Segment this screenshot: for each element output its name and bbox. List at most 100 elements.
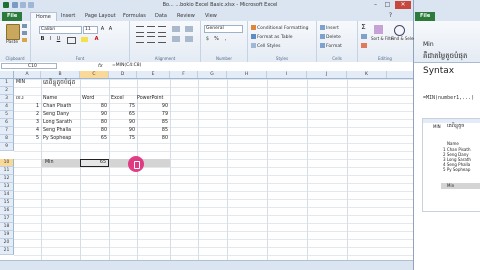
underline-button[interactable]: U bbox=[55, 36, 62, 42]
cell-b1[interactable]: គេពិន្ទុតូចបំផុត bbox=[43, 79, 75, 87]
min-label-cell[interactable]: Min bbox=[45, 159, 54, 167]
help-icon[interactable]: ? bbox=[385, 12, 396, 20]
row-header-12[interactable]: 12 bbox=[0, 175, 14, 183]
copy-icon[interactable] bbox=[22, 31, 27, 35]
row-header-3[interactable]: 3 bbox=[0, 95, 14, 103]
table-cell-ppt[interactable]: 79 bbox=[137, 111, 170, 119]
align-center-icon[interactable] bbox=[147, 36, 155, 43]
font-size-box[interactable]: 11 bbox=[83, 26, 98, 34]
second-tab-file[interactable]: File bbox=[415, 12, 436, 21]
percent-button[interactable]: % bbox=[213, 36, 220, 42]
row-header-2[interactable]: 2 bbox=[0, 87, 14, 95]
row-header-5[interactable]: 5 bbox=[0, 111, 14, 119]
autosum-icon[interactable]: Σ bbox=[360, 24, 367, 31]
table-cell-name[interactable]: Py Sopheap bbox=[43, 135, 71, 143]
number-format-box[interactable]: General bbox=[204, 25, 243, 33]
header-excel[interactable]: Excel bbox=[111, 95, 124, 103]
wrap-text-icon[interactable] bbox=[185, 26, 193, 32]
table-cell-excel[interactable]: 90 bbox=[109, 127, 137, 135]
column-header-j[interactable]: J bbox=[307, 71, 347, 78]
shrink-font-button[interactable]: A bbox=[107, 26, 114, 32]
table-cell-no[interactable]: 2 bbox=[24, 111, 41, 119]
borders-icon[interactable] bbox=[67, 37, 76, 44]
table-cell-word[interactable]: 90 bbox=[80, 111, 109, 119]
bottom-align-icon[interactable] bbox=[158, 26, 166, 33]
table-cell-no[interactable]: 4 bbox=[24, 127, 41, 135]
table-cell-word[interactable]: 65 bbox=[80, 135, 109, 143]
header-powerpoint[interactable]: PowerPoint bbox=[137, 95, 163, 103]
row-header-14[interactable]: 14 bbox=[0, 191, 14, 199]
minimize-button[interactable]: – bbox=[370, 1, 381, 9]
tab-formulas[interactable]: Formulas bbox=[118, 12, 151, 21]
tab-data[interactable]: Data bbox=[150, 12, 172, 21]
sort-filter-icon[interactable] bbox=[374, 25, 383, 34]
header-word[interactable]: Word bbox=[82, 95, 94, 103]
row-header-10[interactable]: 10 bbox=[0, 159, 14, 167]
cut-icon[interactable] bbox=[22, 24, 27, 28]
table-cell-name[interactable]: Long Sarath bbox=[43, 119, 72, 127]
column-header-a[interactable]: A bbox=[14, 71, 41, 78]
table-cell-excel[interactable]: 65 bbox=[109, 111, 137, 119]
table-cell-excel[interactable]: 75 bbox=[109, 103, 137, 111]
row-header-16[interactable]: 16 bbox=[0, 207, 14, 215]
row-header-19[interactable]: 19 bbox=[0, 231, 14, 239]
row-header-6[interactable]: 6 bbox=[0, 119, 14, 127]
undo-icon[interactable] bbox=[20, 2, 26, 8]
active-cell-c10[interactable]: 65 bbox=[80, 159, 109, 167]
column-header-b[interactable]: B bbox=[41, 71, 80, 78]
table-cell-name[interactable]: Seng Dany bbox=[43, 111, 69, 119]
row-header-18[interactable]: 18 bbox=[0, 223, 14, 231]
table-cell-ppt[interactable]: 85 bbox=[137, 127, 170, 135]
top-align-icon[interactable] bbox=[136, 26, 144, 33]
find-select-icon[interactable] bbox=[394, 25, 405, 36]
save-icon[interactable] bbox=[12, 2, 18, 8]
row-header-8[interactable]: 8 bbox=[0, 135, 14, 143]
tab-file[interactable]: File bbox=[2, 12, 23, 21]
column-header-e[interactable]: E bbox=[137, 71, 170, 78]
tab-page-layout[interactable]: Page Layout bbox=[80, 12, 121, 21]
format-cells-button[interactable]: Format bbox=[320, 43, 342, 49]
redo-icon[interactable] bbox=[28, 2, 34, 8]
align-right-icon[interactable] bbox=[158, 36, 166, 43]
grow-font-button[interactable]: A bbox=[99, 26, 106, 32]
row-header-15[interactable]: 15 bbox=[0, 199, 14, 207]
column-header-i[interactable]: I bbox=[267, 71, 307, 78]
row-header-20[interactable]: 20 bbox=[0, 239, 14, 247]
select-all-button[interactable] bbox=[0, 71, 14, 78]
insert-cells-button[interactable]: Insert bbox=[320, 25, 339, 31]
row-header-13[interactable]: 13 bbox=[0, 183, 14, 191]
comma-icon[interactable]: , bbox=[222, 36, 229, 42]
formula-input[interactable]: =MIN(C4:C8) bbox=[112, 63, 141, 69]
header-name[interactable]: Name bbox=[43, 95, 57, 103]
cell-styles-button[interactable]: Cell Styles bbox=[251, 43, 281, 49]
row-header-1[interactable]: 1 bbox=[0, 79, 14, 87]
font-name-box[interactable]: Calibri bbox=[39, 26, 82, 34]
row-header-17[interactable]: 17 bbox=[0, 215, 14, 223]
fill-color-icon[interactable] bbox=[81, 37, 88, 42]
table-cell-name[interactable]: Chan Pisath bbox=[43, 103, 71, 111]
row-header-11[interactable]: 11 bbox=[0, 167, 14, 175]
align-left-icon[interactable] bbox=[136, 36, 144, 43]
maximize-button[interactable]: □ bbox=[382, 1, 393, 9]
format-painter-icon[interactable] bbox=[22, 38, 27, 42]
row-header-4[interactable]: 4 bbox=[0, 103, 14, 111]
table-cell-name[interactable]: Seng Phalla bbox=[43, 127, 71, 135]
name-box[interactable]: C10 bbox=[1, 63, 57, 69]
table-cell-no[interactable]: 1 bbox=[24, 103, 41, 111]
delete-cells-button[interactable]: Delete bbox=[320, 34, 341, 40]
table-cell-excel[interactable]: 75 bbox=[109, 135, 137, 143]
worksheet-grid[interactable]: A B C D E F G H I J K 1 2 3 4 5 6 7 8 9 … bbox=[0, 71, 413, 270]
italic-button[interactable]: I bbox=[47, 36, 54, 42]
middle-align-icon[interactable] bbox=[147, 26, 155, 33]
cell-a1[interactable]: MIN bbox=[16, 79, 25, 87]
fill-icon[interactable] bbox=[361, 34, 367, 39]
table-cell-ppt[interactable]: 90 bbox=[137, 103, 170, 111]
table-cell-no[interactable]: 5 bbox=[24, 135, 41, 143]
row-header-21[interactable]: 21 bbox=[0, 247, 14, 255]
conditional-formatting-button[interactable]: Conditional Formatting bbox=[251, 25, 309, 31]
format-as-table-button[interactable]: Format as Table bbox=[251, 34, 292, 40]
column-header-c[interactable]: C bbox=[80, 71, 109, 78]
row-header-7[interactable]: 7 bbox=[0, 127, 14, 135]
column-header-g[interactable]: G bbox=[198, 71, 227, 78]
tab-view[interactable]: View bbox=[200, 12, 222, 21]
